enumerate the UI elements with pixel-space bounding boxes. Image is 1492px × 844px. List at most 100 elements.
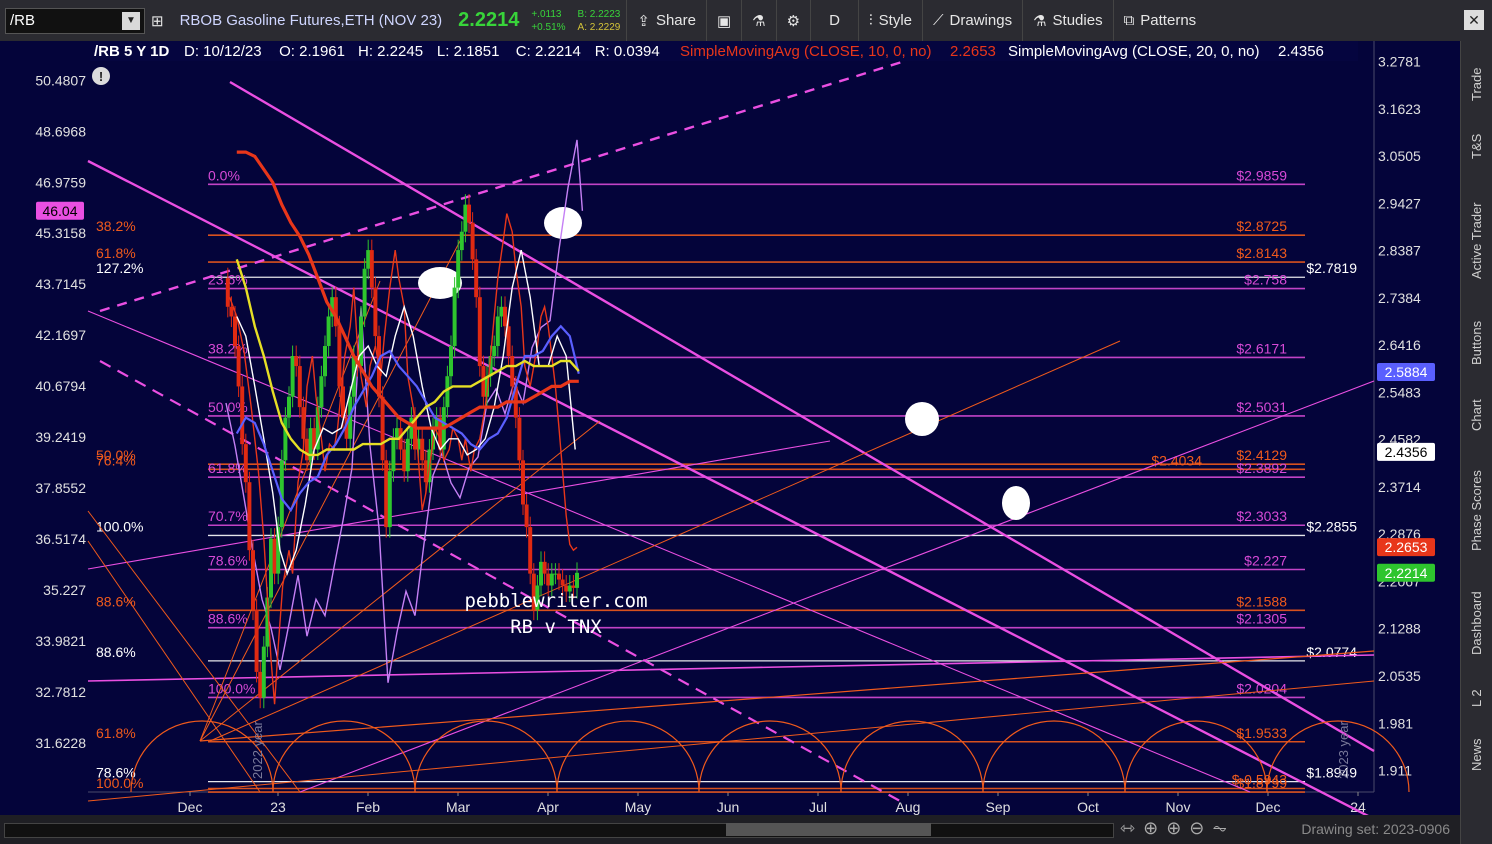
price-tag-label: 2.2653 — [1385, 539, 1428, 555]
candle-body — [524, 504, 529, 528]
fib-level-label: 78.6% — [208, 552, 248, 568]
patterns-button[interactable]: ⧉ Patterns — [1112, 0, 1207, 41]
candle-body — [499, 306, 504, 317]
chart-canvas[interactable]: 3.2781 3.1623 3.0505 2.9427 2.8387 2.7384 2.64… — [0, 41, 1460, 815]
right-axis-tick: 3.1623 — [1378, 101, 1421, 117]
candle-body — [503, 306, 507, 327]
price-level-label: $2.8143 — [1236, 245, 1287, 261]
price-level-label: $2.0204 — [1236, 680, 1287, 696]
price-tag-label: 2.5884 — [1385, 364, 1428, 380]
net-change: +.0113 — [531, 8, 562, 20]
left-axis-tick: 45.3158 — [35, 225, 86, 241]
x-axis-tick: Nov — [1166, 799, 1191, 815]
right-axis-tick: 2.5483 — [1378, 384, 1421, 400]
flask-button[interactable]: ⚗ — [741, 0, 775, 41]
chevron-down-icon[interactable]: ▼ — [122, 11, 140, 30]
ohlc-value: D: 10/12/23 — [184, 43, 262, 60]
studies-button[interactable]: ⚗ Studies — [1022, 0, 1113, 41]
instrument-description: RBOB Gasoline Futures,ETH (NOV 23) — [179, 12, 443, 29]
candle-body — [477, 297, 482, 367]
x-axis-tick: Oct — [1077, 799, 1099, 815]
fib-level-label: 61.8% — [208, 460, 248, 476]
patterns-icon: ⧉ — [1123, 12, 1135, 29]
zoom-controls[interactable]: ⇿⊕⊕⊖⏦ — [1120, 818, 1235, 839]
expand-icon: ⇿ — [1120, 818, 1144, 838]
sma20-value: 2.4356 — [1278, 43, 1324, 60]
symbol-link-icon[interactable]: ⊞ — [145, 0, 170, 41]
share-button[interactable]: ⇪ Share — [626, 0, 706, 41]
percent-change: +0.51% — [531, 21, 566, 33]
right-axis-tick: 2.9427 — [1378, 195, 1421, 211]
candle-body — [420, 438, 425, 461]
ohlc-value: C: 2.2214 — [516, 43, 581, 60]
fib-level-label: 88.6% — [208, 611, 248, 627]
right-axis-tick: 3.0505 — [1378, 148, 1421, 164]
candle-body — [510, 356, 515, 387]
ohlc-value: L: 2.1851 — [437, 43, 500, 60]
settings-button[interactable]: ⚙ — [775, 0, 810, 41]
ask-price: A: 2.2229 — [577, 21, 621, 33]
side-tab-bar: Trade T&S Active Trader Buttons Chart Ph… — [1460, 41, 1492, 844]
x-axis-tick: May — [625, 799, 651, 815]
price-level-label: $2.6171 — [1236, 340, 1287, 356]
zoom-out-icon: ⊖ — [1189, 818, 1213, 838]
price-level-label: $2.9859 — [1236, 167, 1287, 183]
candle-body — [294, 356, 299, 367]
candle-body — [391, 438, 396, 472]
left-axis-tick: 43.7145 — [35, 276, 86, 292]
left-axis-tick: 36.5174 — [35, 531, 86, 547]
scrollbar-thumb[interactable] — [726, 823, 931, 836]
close-icon[interactable]: ✕ — [1464, 10, 1484, 30]
candle-body — [272, 538, 277, 574]
last-price: 2.2214 — [458, 9, 520, 31]
zoom-in-icon: ⊕ — [1166, 818, 1190, 838]
candle-body — [517, 417, 522, 461]
fib-level-label: 100.0% — [208, 680, 255, 696]
cycle-label: 2023 year — [1336, 721, 1351, 779]
watermark-line: pebblewriter.com — [464, 590, 647, 612]
fib-level-label: 100.0% — [96, 775, 143, 791]
candle-body — [546, 573, 551, 586]
bottom-bar: ⇿⊕⊕⊖⏦ Drawing set: 2023-0906 — [0, 815, 1460, 844]
symbol-selector[interactable]: /RB ▼ — [5, 7, 145, 34]
drawings-button[interactable]: ⟋ Drawings — [922, 0, 1022, 41]
candle-body — [366, 250, 371, 269]
horizontal-scrollbar[interactable] — [4, 823, 1114, 838]
studies-icon: ⚗ — [1033, 12, 1047, 30]
x-axis-tick: 23 — [270, 799, 286, 815]
candle-body — [369, 250, 374, 288]
price-level-label: $2.1588 — [1236, 593, 1287, 609]
price-level-label: $2.4034 — [1151, 452, 1202, 468]
right-axis-tick: 2.0535 — [1378, 668, 1421, 684]
candle-body — [470, 222, 475, 260]
candle-body — [387, 471, 392, 528]
candle-body — [452, 287, 457, 347]
left-axis-tick: 39.2419 — [35, 429, 86, 445]
right-axis-tick: 2.1288 — [1378, 621, 1421, 637]
candle-body — [261, 646, 266, 698]
candle-body — [463, 204, 468, 232]
candle-body — [290, 356, 295, 397]
left-axis-tick: 31.6228 — [35, 735, 86, 751]
candle-body — [297, 366, 302, 408]
price-level-label: $2.758 — [1244, 272, 1287, 288]
price-level-label: $2.2855 — [1306, 518, 1357, 534]
pin-button[interactable]: ▣ — [705, 0, 741, 41]
candle-body — [254, 609, 259, 672]
right-axis-tick: 2.6416 — [1378, 337, 1421, 353]
share-label: Share — [655, 12, 696, 29]
candle-body — [283, 417, 288, 461]
ohlc-value: R: 0.0394 — [595, 43, 660, 60]
candle-body — [528, 527, 533, 574]
left-axis-tick: 46.9759 — [35, 174, 86, 190]
candle-body — [247, 482, 252, 551]
candle-body — [362, 268, 367, 317]
candle-body — [384, 460, 389, 528]
candle-body — [287, 396, 291, 418]
fib-level-label: 88.6% — [96, 644, 136, 660]
candle-body — [549, 573, 554, 586]
style-button[interactable]: ⫶ Style — [857, 0, 922, 41]
x-axis-tick: Mar — [446, 799, 470, 815]
period-button[interactable]: D — [810, 0, 858, 41]
candle-body — [449, 346, 453, 377]
